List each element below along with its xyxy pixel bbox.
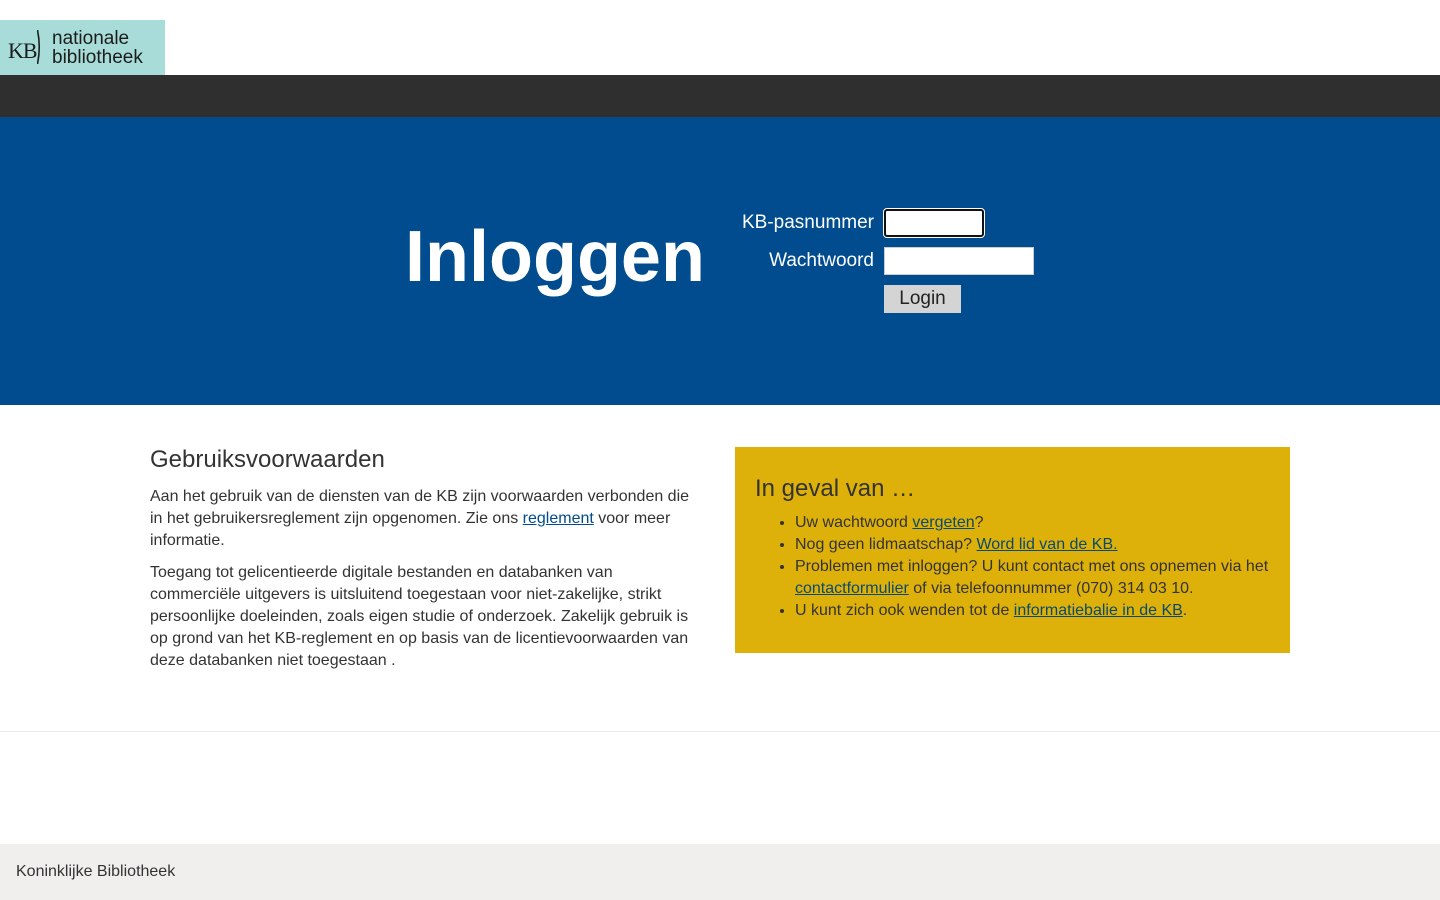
help-item-text: ? xyxy=(974,514,984,531)
login-hero: Inloggen KB-pasnummer Wachtwoord Login xyxy=(0,117,1440,405)
terms-section: Gebruiksvoorwaarden Aan het gebruik van … xyxy=(150,445,695,682)
help-item-text: U kunt zich ook wenden tot de xyxy=(795,602,1014,619)
page-title: Inloggen xyxy=(405,217,705,297)
login-button[interactable]: Login xyxy=(884,285,961,313)
password-label: Wachtwoord xyxy=(769,250,874,271)
password-input[interactable] xyxy=(884,247,1034,275)
contact-form-link[interactable]: contactformulier xyxy=(795,580,909,597)
card-number-input[interactable] xyxy=(884,209,984,237)
forgot-password-link[interactable]: vergeten xyxy=(912,514,974,531)
info-desk-link[interactable]: informatiebalie in de KB xyxy=(1014,602,1183,619)
terms-paragraph-1: Aan het gebruik van de diensten van de K… xyxy=(150,486,695,552)
help-item-text: Problemen met inloggen? U kunt contact m… xyxy=(795,558,1269,575)
nav-bar xyxy=(0,75,1440,117)
help-heading: In geval van … xyxy=(755,475,916,502)
help-item-text: Nog geen lidmaatschap? xyxy=(795,536,977,553)
help-item-text: . xyxy=(1182,602,1188,619)
help-list: Uw wachtwoord vergeten? Nog geen lidmaat… xyxy=(755,512,1295,622)
help-item-text: Uw wachtwoord xyxy=(795,514,913,531)
logo-line1: nationale xyxy=(52,28,130,49)
content-divider xyxy=(0,731,1440,732)
logo-line2: bibliotheek xyxy=(52,47,143,68)
terms-paragraph-2: Toegang tot gelicentieerde digitale best… xyxy=(150,564,689,669)
help-item-membership: Nog geen lidmaatschap? Word lid van de K… xyxy=(795,534,1295,556)
become-member-link[interactable]: Word lid van de KB. xyxy=(976,536,1117,553)
help-item-contact: Problemen met inloggen? U kunt contact m… xyxy=(795,556,1295,600)
site-footer: Koninklijke Bibliotheek xyxy=(0,844,1440,900)
help-item-infodesk: U kunt zich ook wenden tot de informatie… xyxy=(795,600,1295,622)
site-header: KB nationale bibliotheek xyxy=(0,0,1440,75)
help-box: In geval van … Uw wachtwoord vergeten? N… xyxy=(735,447,1290,653)
kb-logo[interactable]: KB nationale bibliotheek xyxy=(0,20,165,75)
logo-abbr: KB xyxy=(8,38,38,63)
help-item-forgot: Uw wachtwoord vergeten? xyxy=(795,512,1295,534)
reglement-link[interactable]: reglement xyxy=(523,510,594,527)
terms-heading: Gebruiksvoorwaarden xyxy=(150,446,385,473)
help-item-text: of via telefoonnummer (070) 314 03 10. xyxy=(908,580,1194,597)
logo-bracket-icon xyxy=(37,30,41,64)
footer-text: Koninklijke Bibliotheek xyxy=(16,863,176,880)
card-number-label: KB-pasnummer xyxy=(742,212,874,233)
